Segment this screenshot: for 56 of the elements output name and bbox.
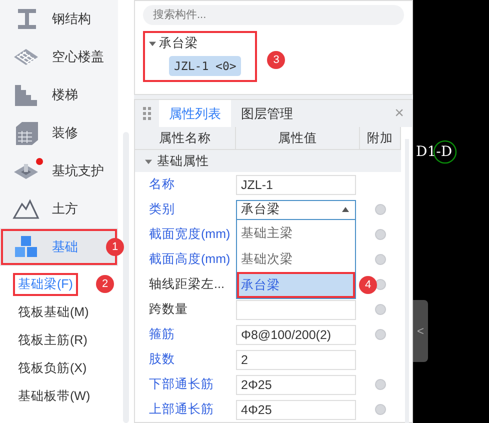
radio-button[interactable] [375, 329, 386, 340]
submenu-item[interactable]: 筏板基础(M) [12, 300, 95, 324]
radio-button[interactable] [375, 404, 386, 415]
radio-button[interactable] [375, 229, 386, 240]
collapse-button[interactable]: < [413, 300, 428, 362]
submenu-item[interactable]: 筏板负筋(X) [12, 356, 93, 380]
section-header[interactable]: 基础属性 [135, 150, 401, 172]
tab[interactable]: 属性列表 [159, 100, 231, 127]
dropdown-field[interactable]: 承台梁 [236, 200, 356, 220]
scrollbar[interactable] [123, 132, 129, 423]
property-name: 下部通长筋 [148, 376, 215, 393]
property-field[interactable]: 4Φ25 [236, 400, 356, 420]
property-name: 肢数 [148, 351, 176, 368]
radio-button[interactable] [375, 254, 386, 265]
radio-button[interactable] [375, 304, 386, 315]
property-field[interactable]: JZL-1 [236, 174, 356, 194]
submenu-item[interactable]: 筏板主筋(R) [12, 328, 94, 352]
column-header: 属性值 [236, 127, 360, 150]
sidebar-item[interactable]: 钢结构 [0, 0, 118, 38]
axis-label: D1-D [416, 144, 452, 160]
drag-handle-icon[interactable] [143, 107, 151, 121]
column-header: 属性名称 [135, 127, 236, 150]
dropdown-option[interactable]: 基础主梁 [237, 220, 355, 246]
submenu-item[interactable]: 基础板带(W) [12, 384, 96, 408]
tree-group-label[interactable]: 承台梁 [159, 35, 198, 52]
radio-button[interactable] [375, 204, 386, 215]
property-field[interactable]: 2 [236, 350, 356, 370]
sidebar-item[interactable]: 空心楼盖 [0, 38, 118, 76]
caret-icon [145, 158, 152, 164]
submenu-item[interactable]: 基础梁(F) [12, 272, 79, 296]
search-field[interactable]: 搜索构件... [143, 5, 404, 25]
property-field[interactable]: 2Φ25 [236, 374, 356, 394]
property-name: 上部通长筋 [148, 401, 215, 418]
property-name: 箍筋 [148, 326, 176, 343]
property-name: 截面高度(mm) [148, 251, 232, 268]
property-name: 轴线距梁左... [148, 276, 226, 293]
sidebar-item[interactable]: 装修 [0, 114, 118, 152]
callout-badge: 2 [96, 275, 114, 293]
callout-badge: 4 [359, 276, 377, 294]
drawing-canvas[interactable]: D1-D < [413, 0, 489, 423]
callout-badge: 3 [267, 51, 286, 69]
column-header: 附加 [360, 127, 401, 150]
sidebar-item[interactable]: 楼梯 [0, 76, 118, 114]
property-field[interactable]: Φ8@100/200(2) [236, 324, 356, 344]
property-field[interactable] [236, 300, 356, 320]
sidebar-item[interactable]: 土方 [0, 190, 118, 228]
radio-button[interactable] [375, 379, 386, 390]
property-name: 跨数量 [148, 301, 189, 318]
property-name: 截面宽度(mm) [148, 226, 232, 243]
dropdown-option[interactable]: 基础次梁 [237, 246, 355, 272]
sidebar-item[interactable]: 基坑支护 [0, 152, 118, 190]
property-name: 名称 [148, 176, 176, 193]
tab[interactable]: 图层管理 [231, 100, 303, 127]
property-name: 类别 [148, 201, 176, 218]
tree-item[interactable]: JZL-1 <0> [169, 56, 242, 76]
caret-icon[interactable] [149, 40, 156, 47]
